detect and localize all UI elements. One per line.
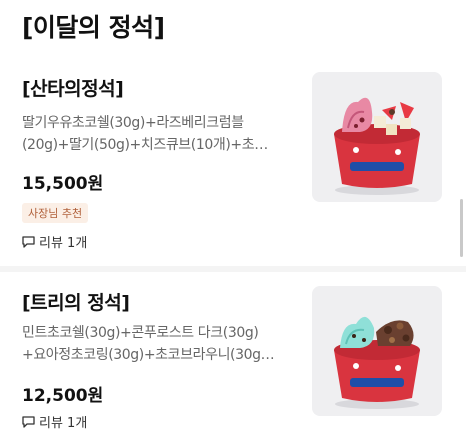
review-label: 리뷰 1개	[39, 416, 88, 431]
ice-cream-cup-mint-icon	[334, 316, 420, 409]
item-image[interactable]	[312, 286, 442, 416]
ice-cream-cup-strawberry-icon	[334, 97, 420, 195]
item-description: 민트초코쉘(30g)+콘푸로스트 다크(30g) +요아정초코링(30g)+초코…	[22, 322, 294, 366]
item-name: [산타의정석]	[22, 78, 124, 100]
review-count[interactable]: 리뷰 1개	[22, 232, 87, 251]
description-line: (20g)+딸기(50g)+치즈큐브(10개)+초…	[22, 137, 268, 153]
item-image[interactable]	[312, 72, 442, 202]
description-line: 딸기우유초코쉘(30g)+라즈베리크럼블	[22, 115, 244, 131]
scrollbar[interactable]	[460, 199, 463, 257]
review-count[interactable]: 리뷰 1개	[22, 412, 87, 431]
item-name: [트리의 정석]	[22, 292, 130, 314]
comment-icon	[22, 415, 35, 428]
item-description: 딸기우유초코쉘(30g)+라즈베리크럼블 (20g)+딸기(50g)+치즈큐브(…	[22, 112, 294, 156]
review-label: 리뷰 1개	[39, 236, 88, 251]
description-line: 민트초코쉘(30g)+콘푸로스트 다크(30g)	[22, 325, 259, 341]
recommend-badge: 사장님 추천	[22, 203, 89, 223]
menu-item-tree[interactable]: [트리의 정석] 민트초코쉘(30g)+콘푸로스트 다크(30g) +요아정초코…	[0, 272, 466, 441]
item-price: 15,500원	[22, 174, 104, 194]
description-line: +요아정초코링(30g)+초코브라우니(30g…	[22, 347, 275, 363]
item-price: 12,500원	[22, 386, 104, 406]
comment-icon	[22, 235, 35, 248]
section-title: [이달의 정석]	[22, 13, 165, 42]
menu-item-santa[interactable]: [산타의정석] 딸기우유초코쉘(30g)+라즈베리크럼블 (20g)+딸기(50…	[0, 60, 466, 266]
